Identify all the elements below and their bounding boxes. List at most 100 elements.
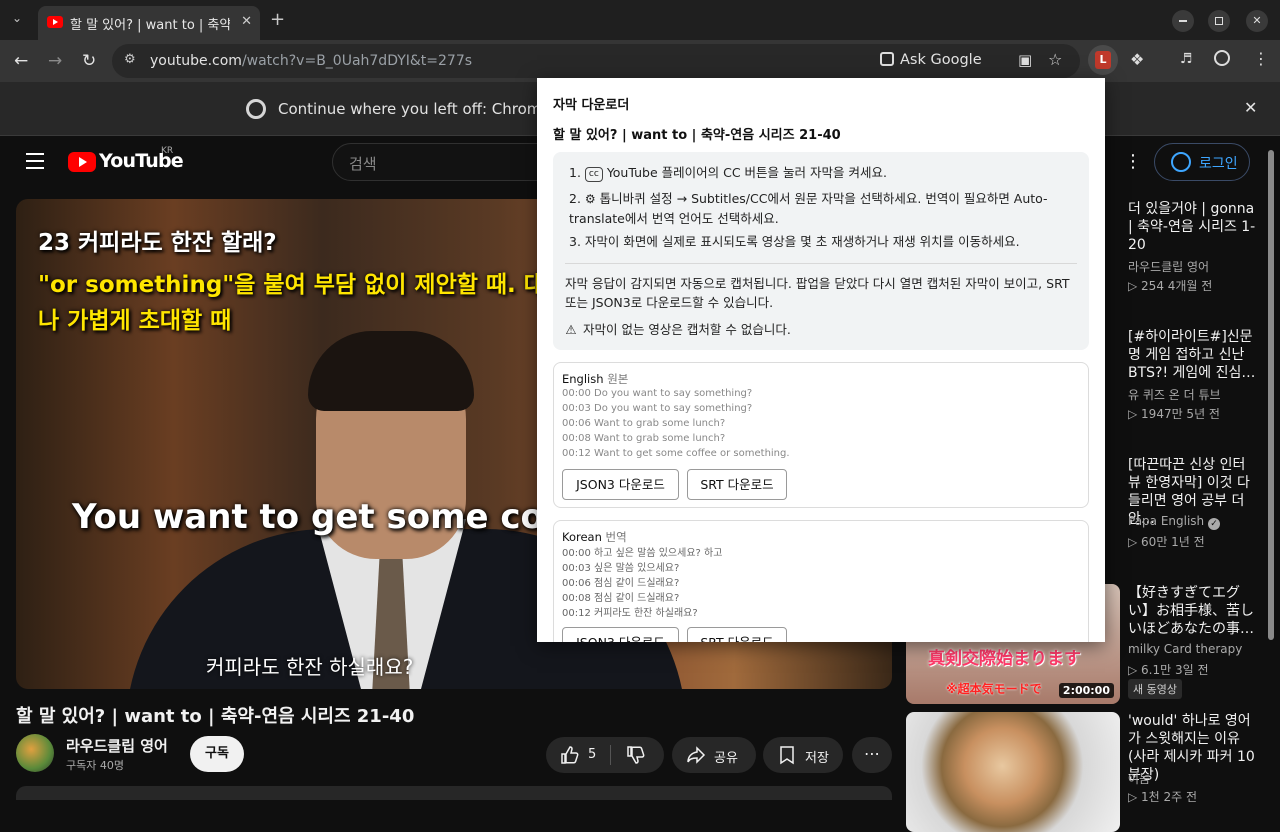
recommendation-title: [#하이라이트#]신문명 게임 접하고 신난 BTS?! 게임에 진심… xyxy=(1128,329,1256,381)
url-path: /watch?v=B_0Uah7dDYI&t=277s xyxy=(241,53,473,69)
thumbnail-text: 真剣交際始まります xyxy=(928,649,1081,669)
subtitle-line: 00:03 싶은 말씀 있으세요? xyxy=(562,563,680,574)
warning-icon: ⚠ xyxy=(565,322,577,337)
search-input[interactable]: 검색 xyxy=(332,143,562,181)
instructions-divider xyxy=(565,263,1077,264)
login-button[interactable]: 로그인 xyxy=(1154,143,1250,181)
recommendation-meta: ▷ 254 4개월 전 xyxy=(1128,279,1213,293)
page-scrollbar[interactable] xyxy=(1268,150,1274,640)
forward-icon[interactable]: → xyxy=(48,51,62,71)
ask-google-button[interactable]: Ask Google xyxy=(880,52,982,68)
recommendation-channel: 유 퀴즈 온 더 튜브 xyxy=(1128,388,1221,402)
verified-icon: ✓ xyxy=(1208,518,1220,530)
video-cc-subtitle: 커피라도 한잔 하실래요? xyxy=(206,655,414,679)
media-icon[interactable]: ♬ xyxy=(1180,51,1193,67)
recommendation-item[interactable]: 'would' 하나로 영어가 스윗해지는 이유 (사라 제시카 파커 10분장… xyxy=(906,712,1266,832)
recommendation-channel-name: Papa English xyxy=(1128,514,1205,528)
maximize-icon[interactable] xyxy=(1208,10,1230,32)
srt-download-button[interactable]: SRT 다운로드 xyxy=(687,469,787,500)
instruction-step-1: 1. cc YouTube 플레이어의 CC 버튼을 눌러 자막을 켜세요. xyxy=(569,163,1069,182)
url-host: youtube.com xyxy=(150,53,242,69)
tab-close-icon[interactable]: ✕ xyxy=(241,14,252,29)
subtitle-line: 00:00 Do you want to say something? xyxy=(562,388,753,399)
subtitle-line: 00:06 Want to grab some lunch? xyxy=(562,418,726,429)
minimize-icon[interactable] xyxy=(1172,10,1194,32)
settings-kebab-icon[interactable]: ⋮ xyxy=(1124,151,1142,172)
video-duration: 2:00:00 xyxy=(1058,683,1114,698)
recommendation-channel: Papa English ✓ xyxy=(1128,514,1220,530)
cast-icon[interactable]: ▣ xyxy=(1018,51,1032,69)
site-info-icon[interactable]: ⚙ xyxy=(124,52,136,67)
recommendation-meta: ▷ 1947만 5년 전 xyxy=(1128,407,1220,421)
video-caption-heading: 23 커피라도 한잔 할래? xyxy=(38,230,277,256)
track-card-korean: Korean 번역 00:00 하고 싶은 말씀 있으세요? 하고 00:03 … xyxy=(553,520,1089,642)
subtitle-line: 00:08 점심 같이 드실래요? xyxy=(562,593,680,604)
tab-active[interactable]: 할 말 있어? | want to | 축약-연음 시리즈 21-40 ✕ xyxy=(38,6,260,40)
lens-icon xyxy=(880,52,894,66)
warning-row: ⚠ 자막이 없는 영상은 캡처할 수 없습니다. xyxy=(563,320,1069,339)
star-icon[interactable]: ☆ xyxy=(1048,50,1062,69)
back-icon[interactable]: ← xyxy=(14,51,28,71)
recommendation-meta: ▷ 60만 1년 전 xyxy=(1128,535,1205,549)
chrome-icon xyxy=(246,99,266,119)
subtitle-line: 00:12 커피라도 한잔 하실래요? xyxy=(562,608,698,619)
like-divider xyxy=(610,745,611,765)
json3-download-button[interactable]: JSON3 다운로드 xyxy=(562,627,679,642)
recommendation-channel: 여늠 xyxy=(1128,772,1151,786)
youtube-logo-icon[interactable] xyxy=(68,152,96,172)
tab-search-chevron-down-icon[interactable]: ⌄ xyxy=(12,11,22,25)
tab-title: 할 말 있어? | want to | 축약-연음 시리즈 21-40 xyxy=(70,18,230,33)
subtitle-line: 00:03 Do you want to say something? xyxy=(562,403,753,414)
channel-avatar[interactable] xyxy=(16,734,54,772)
share-button[interactable]: 공유 xyxy=(672,737,756,773)
description-box[interactable] xyxy=(16,786,892,800)
thumbnail-subtext: ※超本気モードで xyxy=(946,682,1042,696)
json3-download-button[interactable]: JSON3 다운로드 xyxy=(562,469,679,500)
more-icon: ⋯ xyxy=(864,744,880,763)
subtitle-downloader-extension-button[interactable]: L xyxy=(1088,45,1118,75)
puzzle-icon[interactable]: ❖ xyxy=(1130,50,1144,69)
search-placeholder: 검색 xyxy=(349,155,377,173)
new-video-badge: 새 동영상 xyxy=(1128,679,1182,699)
track-language: English 원본 xyxy=(562,371,628,387)
new-tab-plus-icon[interactable]: + xyxy=(270,9,285,30)
channel-name[interactable]: 라우드클립 영어 xyxy=(66,735,168,756)
save-icon xyxy=(780,746,794,765)
infobar-close-icon[interactable]: ✕ xyxy=(1244,98,1257,117)
subscribe-button[interactable]: 구독 xyxy=(190,736,244,772)
account-icon xyxy=(1171,152,1191,172)
like-dislike-group: 5 xyxy=(546,737,664,773)
recommendation-meta: ▷ 1천 2주 전 xyxy=(1128,790,1198,804)
menu-icon[interactable] xyxy=(26,153,44,174)
extension-icon: L xyxy=(1095,51,1111,69)
more-actions-button[interactable]: ⋯ xyxy=(852,737,892,773)
address-bar[interactable]: ⚙ youtube.com/watch?v=B_0Uah7dDYI&t=277s… xyxy=(112,44,1080,78)
browser-menu-kebab-icon[interactable]: ⋮ xyxy=(1253,49,1269,68)
srt-download-button[interactable]: SRT 다운로드 xyxy=(687,627,787,642)
step-1-number: 1. xyxy=(569,165,581,180)
popup-app-name: 자막 다운로더 xyxy=(553,98,630,113)
video-caption-line-2: "or something"을 붙여 부담 없이 제안할 때. 대 xyxy=(38,272,545,298)
subtitle-line: 00:08 Want to grab some lunch? xyxy=(562,433,726,444)
tab-strip: ⌄ 할 말 있어? | want to | 축약-연음 시리즈 21-40 ✕ … xyxy=(0,0,1280,40)
save-button[interactable]: 저장 xyxy=(763,737,843,773)
dislike-icon[interactable] xyxy=(626,745,646,765)
recommendation-channel: 라우드클립 영어 xyxy=(1128,260,1210,274)
share-label: 공유 xyxy=(714,751,738,766)
instruction-step-2: 2. ⚙ 톱니바퀴 설정 → Subtitles/CC에서 원문 자막을 선택하… xyxy=(569,189,1069,228)
track-kind: 원본 xyxy=(607,372,629,386)
recommendation-meta: ▷ 6.1만 3일 전 xyxy=(1128,663,1209,677)
save-label: 저장 xyxy=(805,751,829,766)
like-icon[interactable] xyxy=(560,745,580,765)
profile-icon[interactable] xyxy=(1214,50,1230,66)
window-close-icon[interactable]: ✕ xyxy=(1246,10,1268,32)
url-text[interactable]: youtube.com/watch?v=B_0Uah7dDYI&t=277s xyxy=(150,53,472,69)
step-1-text: YouTube 플레이어의 CC 버튼을 눌러 자막을 켜세요. xyxy=(606,165,887,180)
subtitle-line: 00:12 Want to get some coffee or somethi… xyxy=(562,448,790,459)
recommendation-channel: milky Card therapy xyxy=(1128,642,1243,656)
track-language-name: English xyxy=(562,372,604,386)
like-count: 5 xyxy=(588,747,597,762)
reload-icon[interactable]: ↻ xyxy=(82,51,96,71)
recommendation-thumbnail xyxy=(906,712,1120,832)
instruction-step-3: 3. 자막이 화면에 실제로 표시되도록 영상을 몇 초 재생하거나 재생 위치… xyxy=(569,234,1020,249)
